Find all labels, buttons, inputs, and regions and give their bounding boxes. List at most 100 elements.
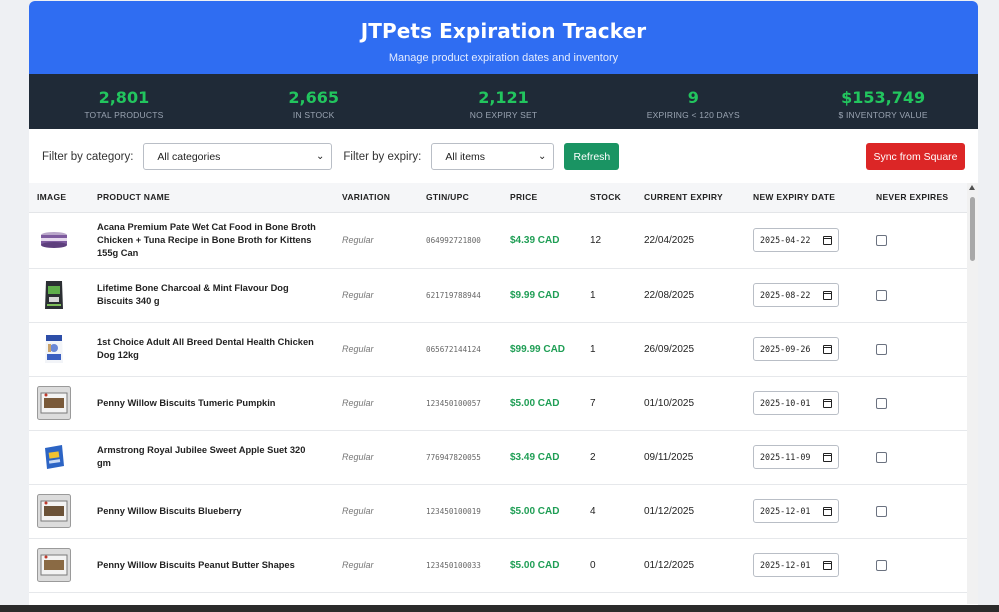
product-name: 1st Choice Adult All Breed Dental Health…	[89, 322, 334, 377]
never-expires-checkbox[interactable]	[876, 559, 887, 571]
product-stock: 0	[582, 538, 636, 593]
taskbar	[0, 605, 999, 612]
scrollbar-thumb[interactable]	[970, 197, 975, 261]
column-header-current-expiry: CURRENT EXPIRY	[636, 183, 745, 213]
never-expires-checkbox[interactable]	[876, 289, 887, 301]
column-header-price: PRICE	[502, 183, 582, 213]
product-variation: Regular	[334, 268, 418, 323]
page-subtitle: Manage product expiration dates and inve…	[388, 52, 619, 64]
column-header-variation: VARIATION	[334, 183, 418, 213]
product-variation: Regular	[334, 376, 418, 431]
stat-label: IN STOCK	[292, 110, 335, 120]
calendar-icon[interactable]	[823, 506, 832, 516]
current-expiry: 01/10/2025	[636, 376, 745, 431]
sync-from-square-button[interactable]: Sync from Square	[866, 143, 965, 170]
product-upc: 123450100033	[418, 538, 502, 593]
treat-box-icon	[37, 440, 71, 474]
never-expires-checkbox[interactable]	[876, 451, 887, 463]
product-price: $9.99 CAD	[502, 268, 582, 323]
table-scrollbar[interactable]	[967, 183, 978, 604]
calendar-icon[interactable]	[823, 290, 832, 300]
new-expiry-date-value: 2025-08-22	[760, 290, 811, 300]
table-row: Acana Premium Pate Wet Cat Food in Bone …	[29, 212, 968, 269]
dog-food-bag-icon	[37, 332, 71, 366]
product-variation: Regular	[334, 484, 418, 539]
new-expiry-date-value: 2025-12-01	[760, 506, 811, 516]
stat-value: 2,121	[478, 88, 529, 107]
new-expiry-date-value: 2025-11-09	[760, 452, 811, 462]
stat-value: 2,801	[98, 88, 150, 107]
calendar-icon[interactable]	[823, 235, 832, 245]
table-row: Penny Willow Biscuits Tumeric Pumpkin Re…	[29, 376, 968, 431]
new-expiry-date-value: 2025-12-01	[760, 560, 811, 570]
stat-label: EXPIRING < 120 DAYS	[646, 110, 740, 120]
calendar-icon[interactable]	[823, 344, 832, 354]
expiry-filter-label: Filter by expiry:	[343, 150, 422, 163]
product-name: Armstrong Royal Jubilee Sweet Apple Suet…	[89, 430, 334, 485]
table-row: Armstrong Royal Jubilee Sweet Apple Suet…	[29, 430, 968, 485]
product-stock: 12	[582, 212, 636, 269]
product-variation: Regular	[334, 212, 418, 269]
new-expiry-date-input[interactable]: 2025-11-09	[753, 445, 839, 469]
product-variation: Regular	[334, 430, 418, 485]
new-expiry-date-input[interactable]: 2025-12-01	[753, 553, 839, 577]
new-expiry-date-input[interactable]: 2025-09-26	[753, 337, 839, 361]
new-expiry-date-input[interactable]: 2025-08-22	[753, 283, 839, 307]
product-price: $5.00 CAD	[502, 538, 582, 593]
stats-bar: 2,801 TOTAL PRODUCTS 2,665 IN STOCK 2,12…	[29, 74, 978, 129]
product-upc: 064992721800	[418, 212, 502, 269]
table-row: 1st Choice Adult All Breed Dental Health…	[29, 322, 968, 377]
stat-label: NO EXPIRY SET	[469, 110, 538, 120]
category-filter-select[interactable]: All categories ⌄	[143, 143, 333, 170]
product-name: Penny Willow Biscuits Blueberry	[89, 484, 334, 539]
product-price: $5.00 CAD	[502, 484, 582, 539]
product-upc: 776947820055	[418, 430, 502, 485]
current-expiry: 22/04/2025	[636, 212, 745, 269]
product-stock: 2	[582, 430, 636, 485]
product-price: $3.49 CAD	[502, 430, 582, 485]
biscuit-box-icon	[37, 548, 71, 582]
column-header-new-expiry-date: NEW EXPIRY DATE	[745, 183, 868, 213]
table-row: Lifetime Bone Charcoal & Mint Flavour Do…	[29, 268, 968, 323]
current-expiry: 22/08/2025	[636, 268, 745, 323]
category-filter-label: Filter by category:	[42, 150, 134, 163]
new-expiry-date-input[interactable]: 2025-04-22	[753, 228, 839, 252]
table-row: Penny Willow Biscuits Blueberry Regular …	[29, 484, 968, 539]
product-upc: 065672144124	[418, 322, 502, 377]
biscuit-box-icon	[37, 494, 71, 528]
new-expiry-date-value: 2025-04-22	[760, 235, 811, 245]
new-expiry-date-input[interactable]: 2025-10-01	[753, 391, 839, 415]
never-expires-checkbox[interactable]	[876, 343, 887, 355]
refresh-button[interactable]: Refresh	[564, 143, 620, 170]
product-upc: 123450100019	[418, 484, 502, 539]
never-expires-checkbox[interactable]	[876, 397, 887, 409]
expiry-filter-select[interactable]: All items ⌄	[431, 143, 555, 170]
calendar-icon[interactable]	[823, 398, 832, 408]
table-row: Penny Willow Biscuits Peanut Butter Shap…	[29, 538, 968, 593]
stat-label: $ INVENTORY VALUE	[838, 110, 928, 120]
stat-no-expiry: 2,121 NO EXPIRY SET	[409, 74, 599, 129]
product-stock: 1	[582, 322, 636, 377]
column-header-product-name: PRODUCT NAME	[89, 183, 334, 213]
dog-biscuit-bag-icon	[37, 278, 71, 312]
product-variation: Regular	[334, 538, 418, 593]
stat-total-products: 2,801 TOTAL PRODUCTS	[29, 74, 219, 129]
product-price: $99.99 CAD	[502, 322, 582, 377]
column-header-never-expires: NEVER EXPIRES	[868, 183, 968, 213]
never-expires-checkbox[interactable]	[876, 234, 887, 246]
product-stock: 7	[582, 376, 636, 431]
product-price: $5.00 CAD	[502, 376, 582, 431]
current-expiry: 01/12/2025	[636, 538, 745, 593]
calendar-icon[interactable]	[823, 452, 832, 462]
product-name: Lifetime Bone Charcoal & Mint Flavour Do…	[89, 268, 334, 323]
column-header-gtin-upc: GTIN/UPC	[418, 183, 502, 213]
calendar-icon[interactable]	[823, 560, 832, 570]
new-expiry-date-input[interactable]: 2025-12-01	[753, 499, 839, 523]
stat-inventory-value: $153,749 $ INVENTORY VALUE	[788, 74, 978, 129]
page-header: JTPets Expiration Tracker Manage product…	[29, 1, 978, 74]
never-expires-checkbox[interactable]	[876, 505, 887, 517]
product-upc: 123450100057	[418, 376, 502, 431]
scroll-up-arrow-icon[interactable]	[969, 185, 975, 190]
filter-bar: Filter by category: All categories ⌄ Fil…	[29, 129, 978, 184]
stat-value: 9	[687, 88, 699, 107]
